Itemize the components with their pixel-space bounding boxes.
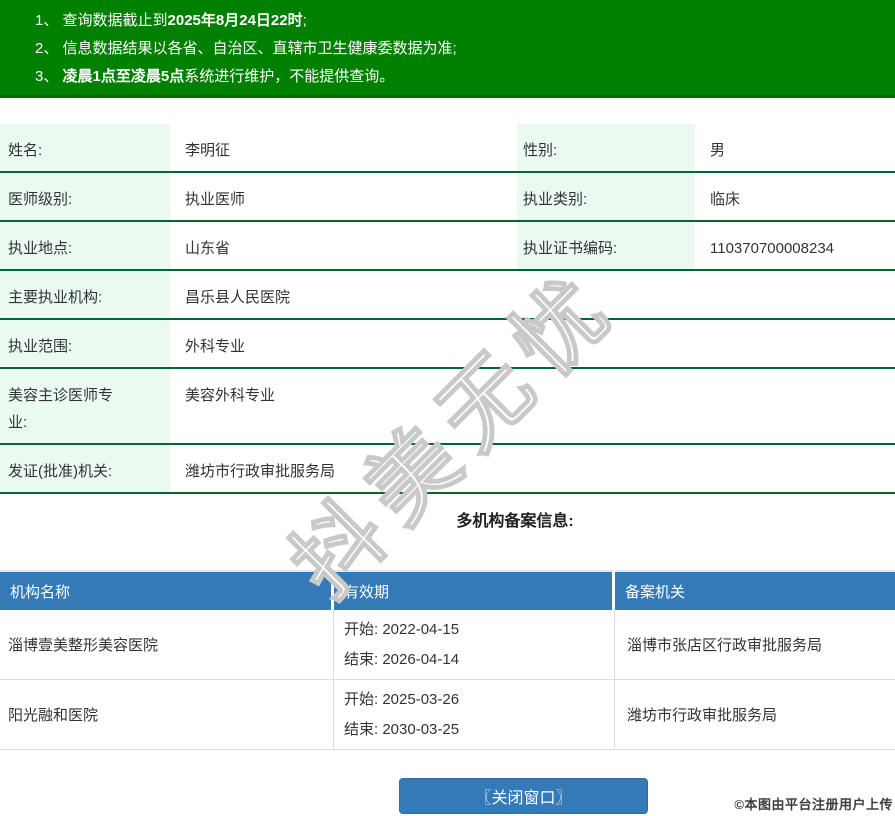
validity-start-date: 2025-03-26	[382, 690, 460, 708]
field-value-practice-scope: 外科专业	[170, 319, 895, 369]
section-title: 多机构备案信息:	[456, 513, 574, 530]
field-label-text: 发证(批准)机关:	[8, 463, 113, 480]
field-label-text: 执业类别:	[523, 191, 588, 208]
column-header-validity: 有效期	[334, 570, 615, 610]
field-label-gender: 性别:	[517, 124, 695, 173]
field-label-name: 姓名:	[0, 124, 170, 173]
validity-end-date: 2026-04-14	[382, 650, 460, 668]
notice-number: 3、	[35, 68, 63, 85]
notice-banner: 1、 查询数据截止到2025年8月24日22时; 2、 信息数据结果以各省、自治…	[0, 0, 895, 98]
field-label-text: 医师级别:	[8, 191, 73, 208]
field-label-text: 执业地点:	[8, 240, 73, 257]
validity-end-label: 结束:	[344, 650, 379, 668]
doctor-info-table: 姓名: 李明征 性别: 男 医师级别: 执业医师 执业类别: 临床 执业地点: …	[0, 124, 895, 494]
notice-number: 2、	[35, 40, 63, 57]
field-value-name: 李明征	[170, 124, 517, 173]
table-row: 美容主诊医师专业: 美容外科专业	[0, 368, 895, 445]
notice-line-3: 3、 凌晨1点至凌晨5点系统进行维护，不能提供查询。	[35, 63, 885, 91]
table-row: 淄博壹美整形美容医院 开始: 2022-04-15 结束: 2026-04-14…	[0, 610, 895, 680]
notice-bold-text: 2025年8月24日22时	[167, 12, 303, 29]
validity-end: 结束: 2030-03-25	[344, 715, 614, 745]
field-value-issuing-authority: 潍坊市行政审批服务局	[170, 444, 895, 494]
validity-period: 开始: 2025-03-26 结束: 2030-03-25	[334, 680, 615, 750]
table-header-row: 机构名称 有效期 备案机关	[0, 570, 895, 610]
notice-text: 查询数据截止到	[62, 12, 168, 29]
field-value-gender: 男	[695, 124, 895, 173]
org-name: 淄博壹美整形美容医院	[0, 610, 334, 680]
field-value-practice-location: 山东省	[170, 221, 517, 271]
table-row: 发证(批准)机关: 潍坊市行政审批服务局	[0, 444, 895, 494]
field-label-cosmetic-specialty: 美容主诊医师专业:	[0, 368, 170, 445]
validity-period: 开始: 2022-04-15 结束: 2026-04-14	[334, 610, 615, 680]
column-header-org-name: 机构名称	[0, 570, 334, 610]
table-row: 执业范围: 外科专业	[0, 319, 895, 369]
field-value-practice-category: 临床	[695, 172, 895, 222]
notice-text: 系统进行维护，不能提供查询。	[184, 68, 395, 85]
validity-end: 结束: 2026-04-14	[344, 645, 614, 675]
field-label-text: 主要执业机构:	[8, 289, 103, 306]
field-label-practice-category: 执业类别:	[517, 172, 695, 222]
field-label-text: 执业范围:	[8, 338, 73, 355]
field-label-issuing-authority: 发证(批准)机关:	[0, 444, 170, 494]
notice-number: 1、	[35, 12, 63, 29]
field-label-practice-location: 执业地点:	[0, 221, 170, 271]
field-label-main-institution: 主要执业机构:	[0, 270, 170, 320]
registration-authority: 潍坊市行政审批服务局	[615, 680, 895, 750]
notice-line-2: 2、 信息数据结果以各省、自治区、直辖市卫生健康委数据为准;	[35, 35, 885, 63]
registration-authority: 淄博市张店区行政审批服务局	[615, 610, 895, 680]
field-value-main-institution: 昌乐县人民医院	[170, 270, 895, 320]
field-label-text: 美容主诊医师专业:	[8, 387, 114, 431]
validity-start-label: 开始:	[344, 620, 379, 638]
notice-line-1: 1、 查询数据截止到2025年8月24日22时;	[35, 7, 885, 35]
field-label-text: 执业证书编码:	[523, 240, 618, 257]
notice-text: 信息数据结果以各省、自治区、直辖市卫生健康委数据为准;	[62, 40, 457, 57]
field-value-doctor-level: 执业医师	[170, 172, 517, 222]
table-row: 医师级别: 执业医师 执业类别: 临床	[0, 172, 895, 222]
org-registration-table: 机构名称 有效期 备案机关 淄博壹美整形美容医院 开始: 2022-04-15 …	[0, 570, 895, 750]
validity-start-date: 2022-04-15	[382, 620, 460, 638]
field-label-practice-scope: 执业范围:	[0, 319, 170, 369]
field-label-text: 性别:	[523, 142, 558, 159]
org-name: 阳光融和医院	[0, 680, 334, 750]
field-label-text: 姓名:	[8, 142, 43, 159]
field-value-cosmetic-specialty: 美容外科专业	[170, 368, 895, 445]
field-value-certificate-number: 110370700008234	[695, 221, 895, 271]
validity-start-label: 开始:	[344, 690, 379, 708]
table-row: 阳光融和医院 开始: 2025-03-26 结束: 2030-03-25 潍坊市…	[0, 680, 895, 750]
notice-bold-text: 凌晨1点至凌晨5点	[62, 68, 185, 85]
table-row: 姓名: 李明征 性别: 男	[0, 124, 895, 173]
field-label-certificate-number: 执业证书编码:	[517, 221, 695, 271]
table-row: 执业地点: 山东省 执业证书编码: 110370700008234	[0, 221, 895, 271]
column-header-registration-authority: 备案机关	[615, 570, 895, 610]
field-label-doctor-level: 医师级别:	[0, 172, 170, 222]
validity-start: 开始: 2025-03-26	[344, 685, 614, 715]
validity-start: 开始: 2022-04-15	[344, 615, 614, 645]
validity-end-date: 2030-03-25	[382, 720, 460, 738]
close-window-button[interactable]: 〖关闭窗口〗	[399, 778, 648, 814]
notice-text: ;	[302, 12, 307, 29]
attribution-note: ©本图由平台注册用户上传	[734, 797, 893, 812]
validity-end-label: 结束:	[344, 720, 379, 738]
table-row: 主要执业机构: 昌乐县人民医院	[0, 270, 895, 320]
